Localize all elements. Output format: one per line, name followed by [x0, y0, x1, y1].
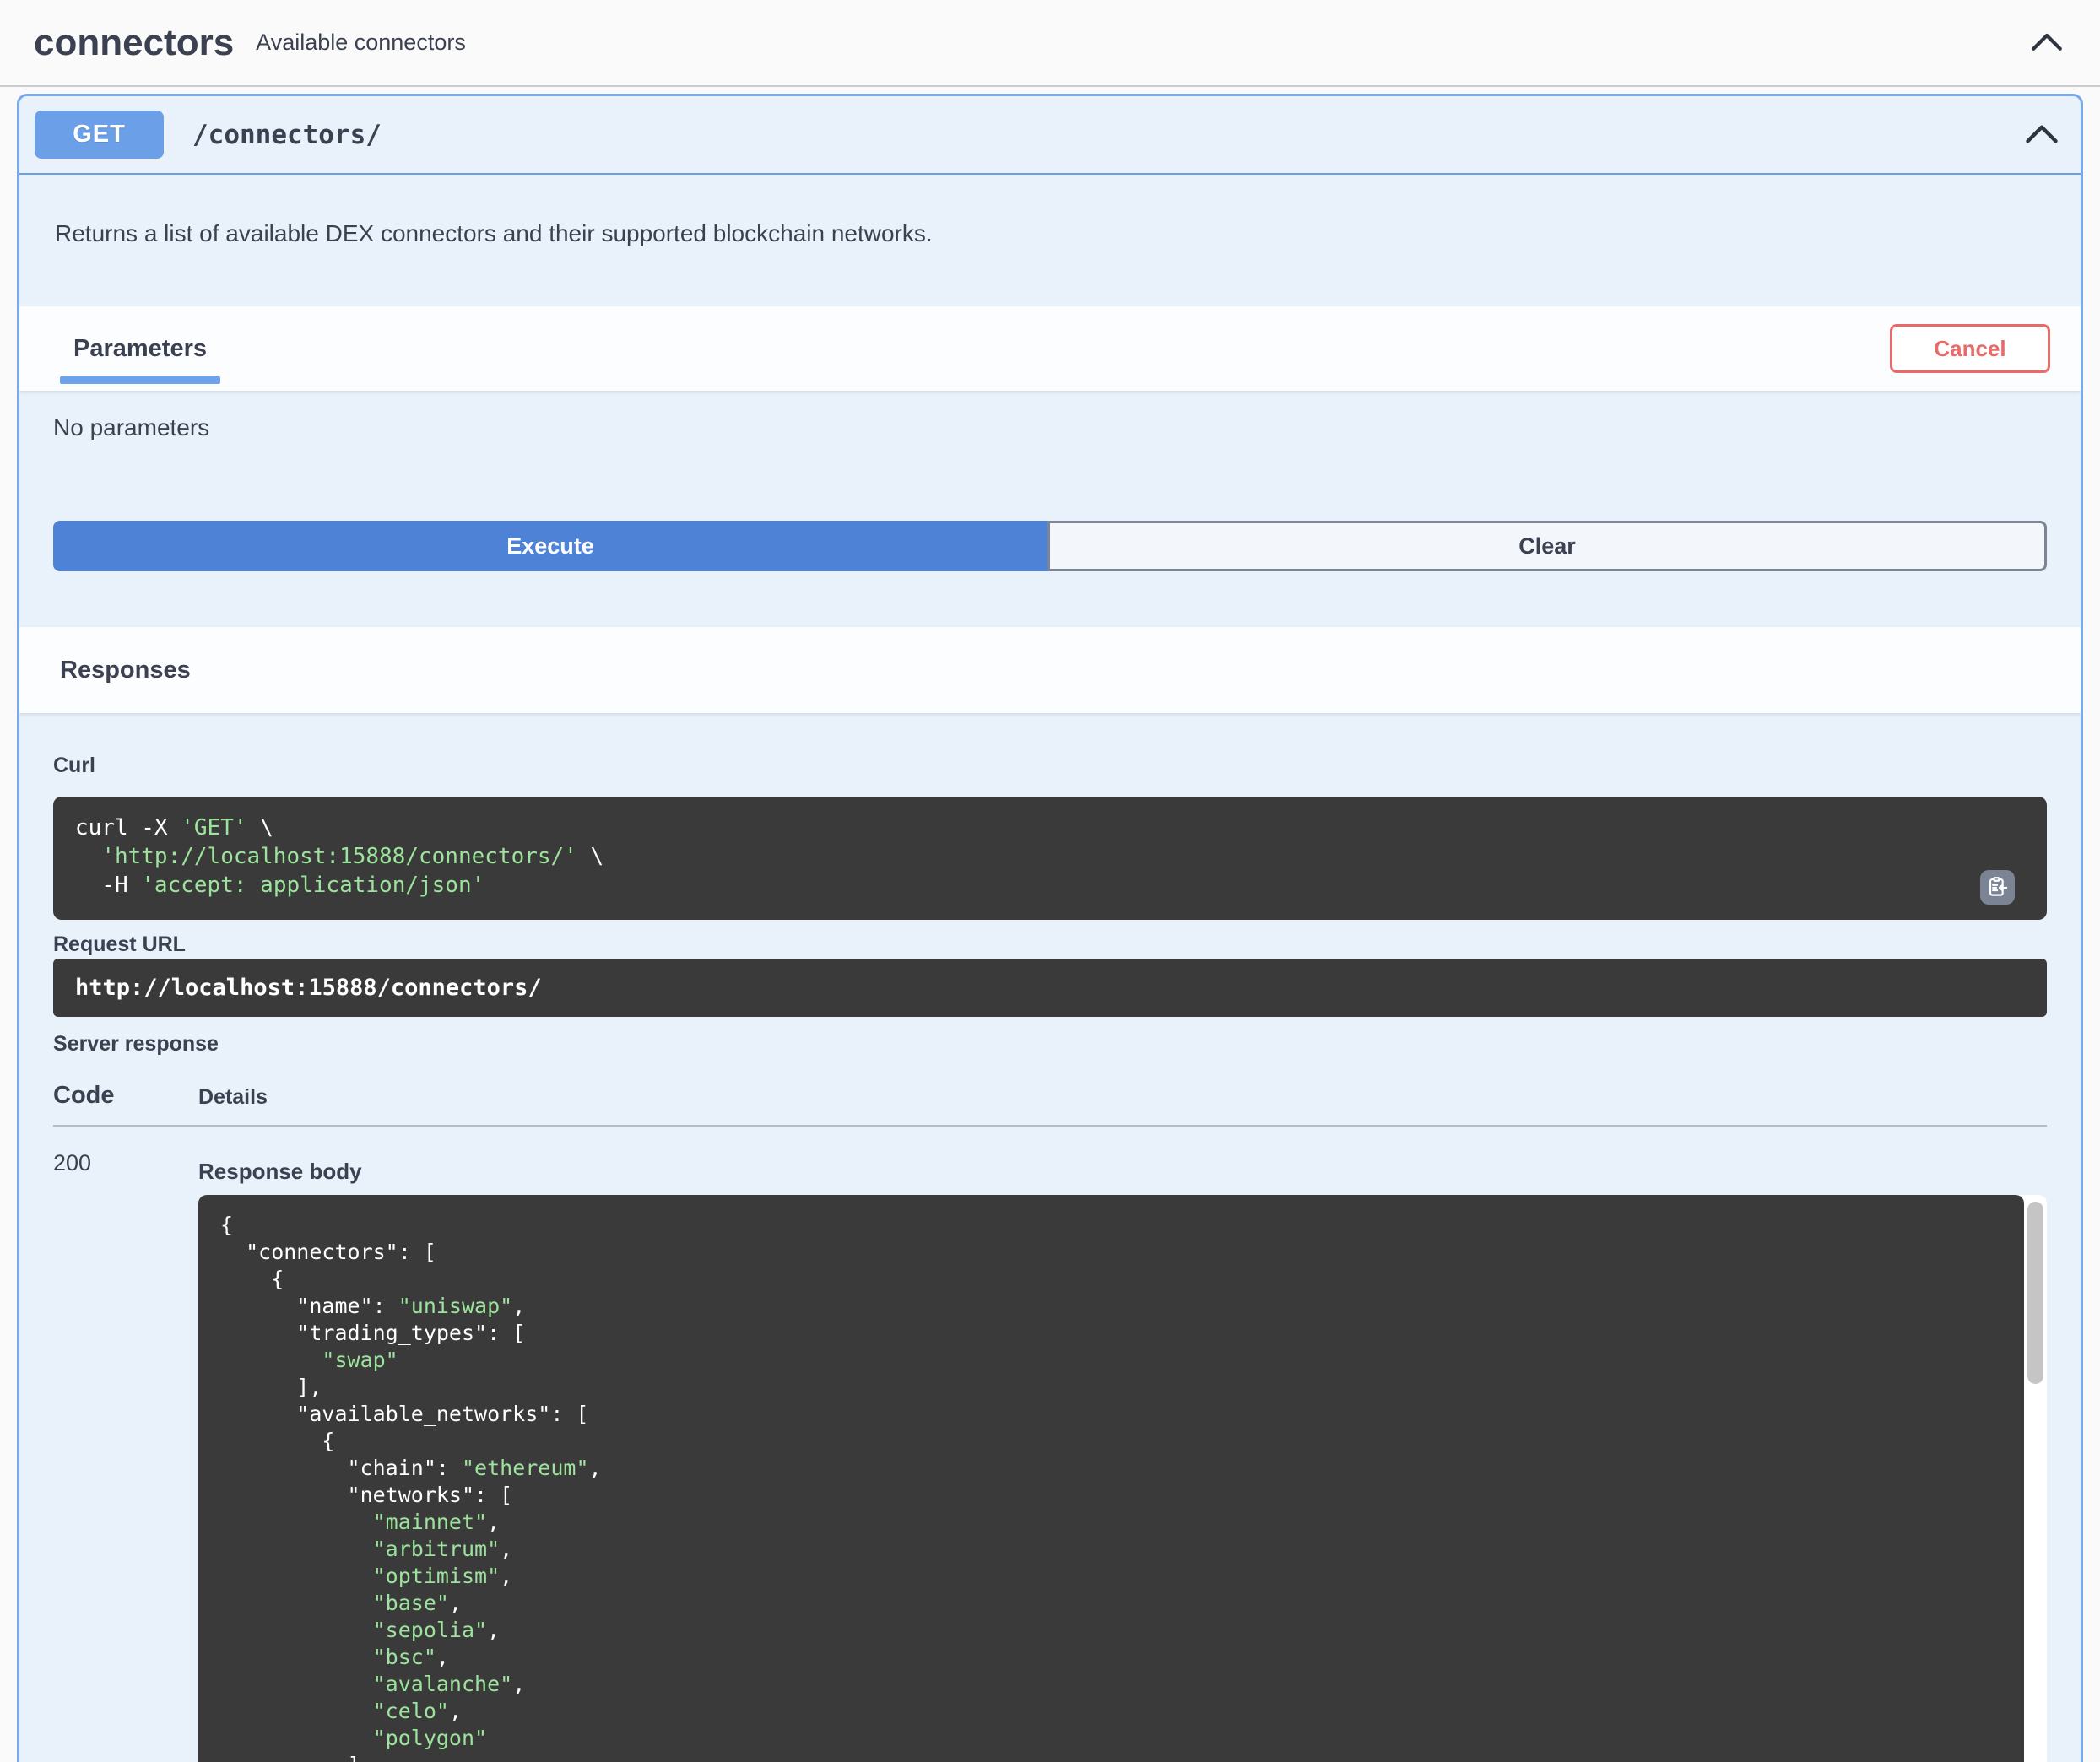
response-body-code: { "connectors": [ { "name": "uniswap", "… [198, 1195, 2024, 1762]
responses-inner: Curl curl -X 'GET' \ 'http://localhost:1… [19, 754, 2081, 1762]
http-method-badge: GET [35, 111, 164, 159]
execute-button-group: Execute Clear [53, 521, 2047, 571]
curl-command-block: curl -X 'GET' \ 'http://localhost:15888/… [53, 797, 2047, 920]
operation-description-text: Returns a list of available DEX connecto… [55, 220, 2045, 247]
request-url-label: Request URL [53, 932, 2047, 957]
responses-section-header: Responses [19, 627, 2081, 713]
server-response-label: Server response [53, 1032, 2047, 1057]
response-body-json: { "connectors": [ { "name": "uniswap", "… [220, 1212, 2002, 1762]
copy-to-clipboard-button[interactable] [1980, 870, 2015, 905]
get-connectors-operation: GET /connectors/ Returns a list of avail… [17, 94, 2083, 1762]
tag-subtitle: Available connectors [256, 30, 466, 56]
no-parameters-text: No parameters [53, 414, 2047, 441]
operation-path: /connectors/ [192, 120, 382, 150]
clear-button[interactable]: Clear [1047, 521, 2047, 571]
response-body-block: { "connectors": [ { "name": "uniswap", "… [198, 1195, 2047, 1762]
collapse-operation-button[interactable] [2018, 116, 2065, 154]
details-column-header: Details [198, 1082, 2047, 1110]
parameters-section-header: Parameters Cancel [19, 306, 2081, 391]
request-url-value: http://localhost:15888/connectors/ [75, 975, 542, 1001]
chevron-up-icon [2029, 30, 2065, 56]
tab-parameters[interactable]: Parameters [60, 306, 220, 391]
curl-label: Curl [53, 754, 2047, 778]
response-table-header: Code Details [53, 1082, 2047, 1127]
request-url-block: http://localhost:15888/connectors/ [53, 959, 2047, 1017]
status-code: 200 [53, 1150, 91, 1176]
tag-section-header[interactable]: connectors Available connectors [0, 0, 2100, 87]
curl-command-text: curl -X 'GET' \ 'http://localhost:15888/… [75, 813, 2025, 900]
server-response-table: Code Details 200 Response body { "connec… [53, 1082, 2047, 1762]
response-body-scrollbar[interactable] [2027, 1202, 2043, 1384]
response-row-200: 200 Response body { "connectors": [ { "n… [53, 1127, 2047, 1762]
operation-summary[interactable]: GET /connectors/ [19, 96, 2081, 175]
execute-wrapper: Execute Clear [19, 521, 2081, 571]
collapse-section-button[interactable] [2024, 24, 2070, 61]
code-column-header: Code [53, 1082, 198, 1110]
parameters-tab-label: Parameters [73, 335, 207, 363]
clipboard-copy-icon [1986, 875, 2009, 900]
response-body-label: Response body [198, 1159, 2047, 1185]
parameters-body: No parameters [19, 391, 2081, 521]
operation-description: Returns a list of available DEX connecto… [19, 175, 2081, 306]
responses-section-label: Responses [60, 657, 191, 684]
cancel-button[interactable]: Cancel [1890, 324, 2050, 373]
execute-button[interactable]: Execute [53, 521, 1047, 571]
tag-title: connectors [34, 22, 234, 64]
chevron-up-icon [2023, 121, 2060, 149]
